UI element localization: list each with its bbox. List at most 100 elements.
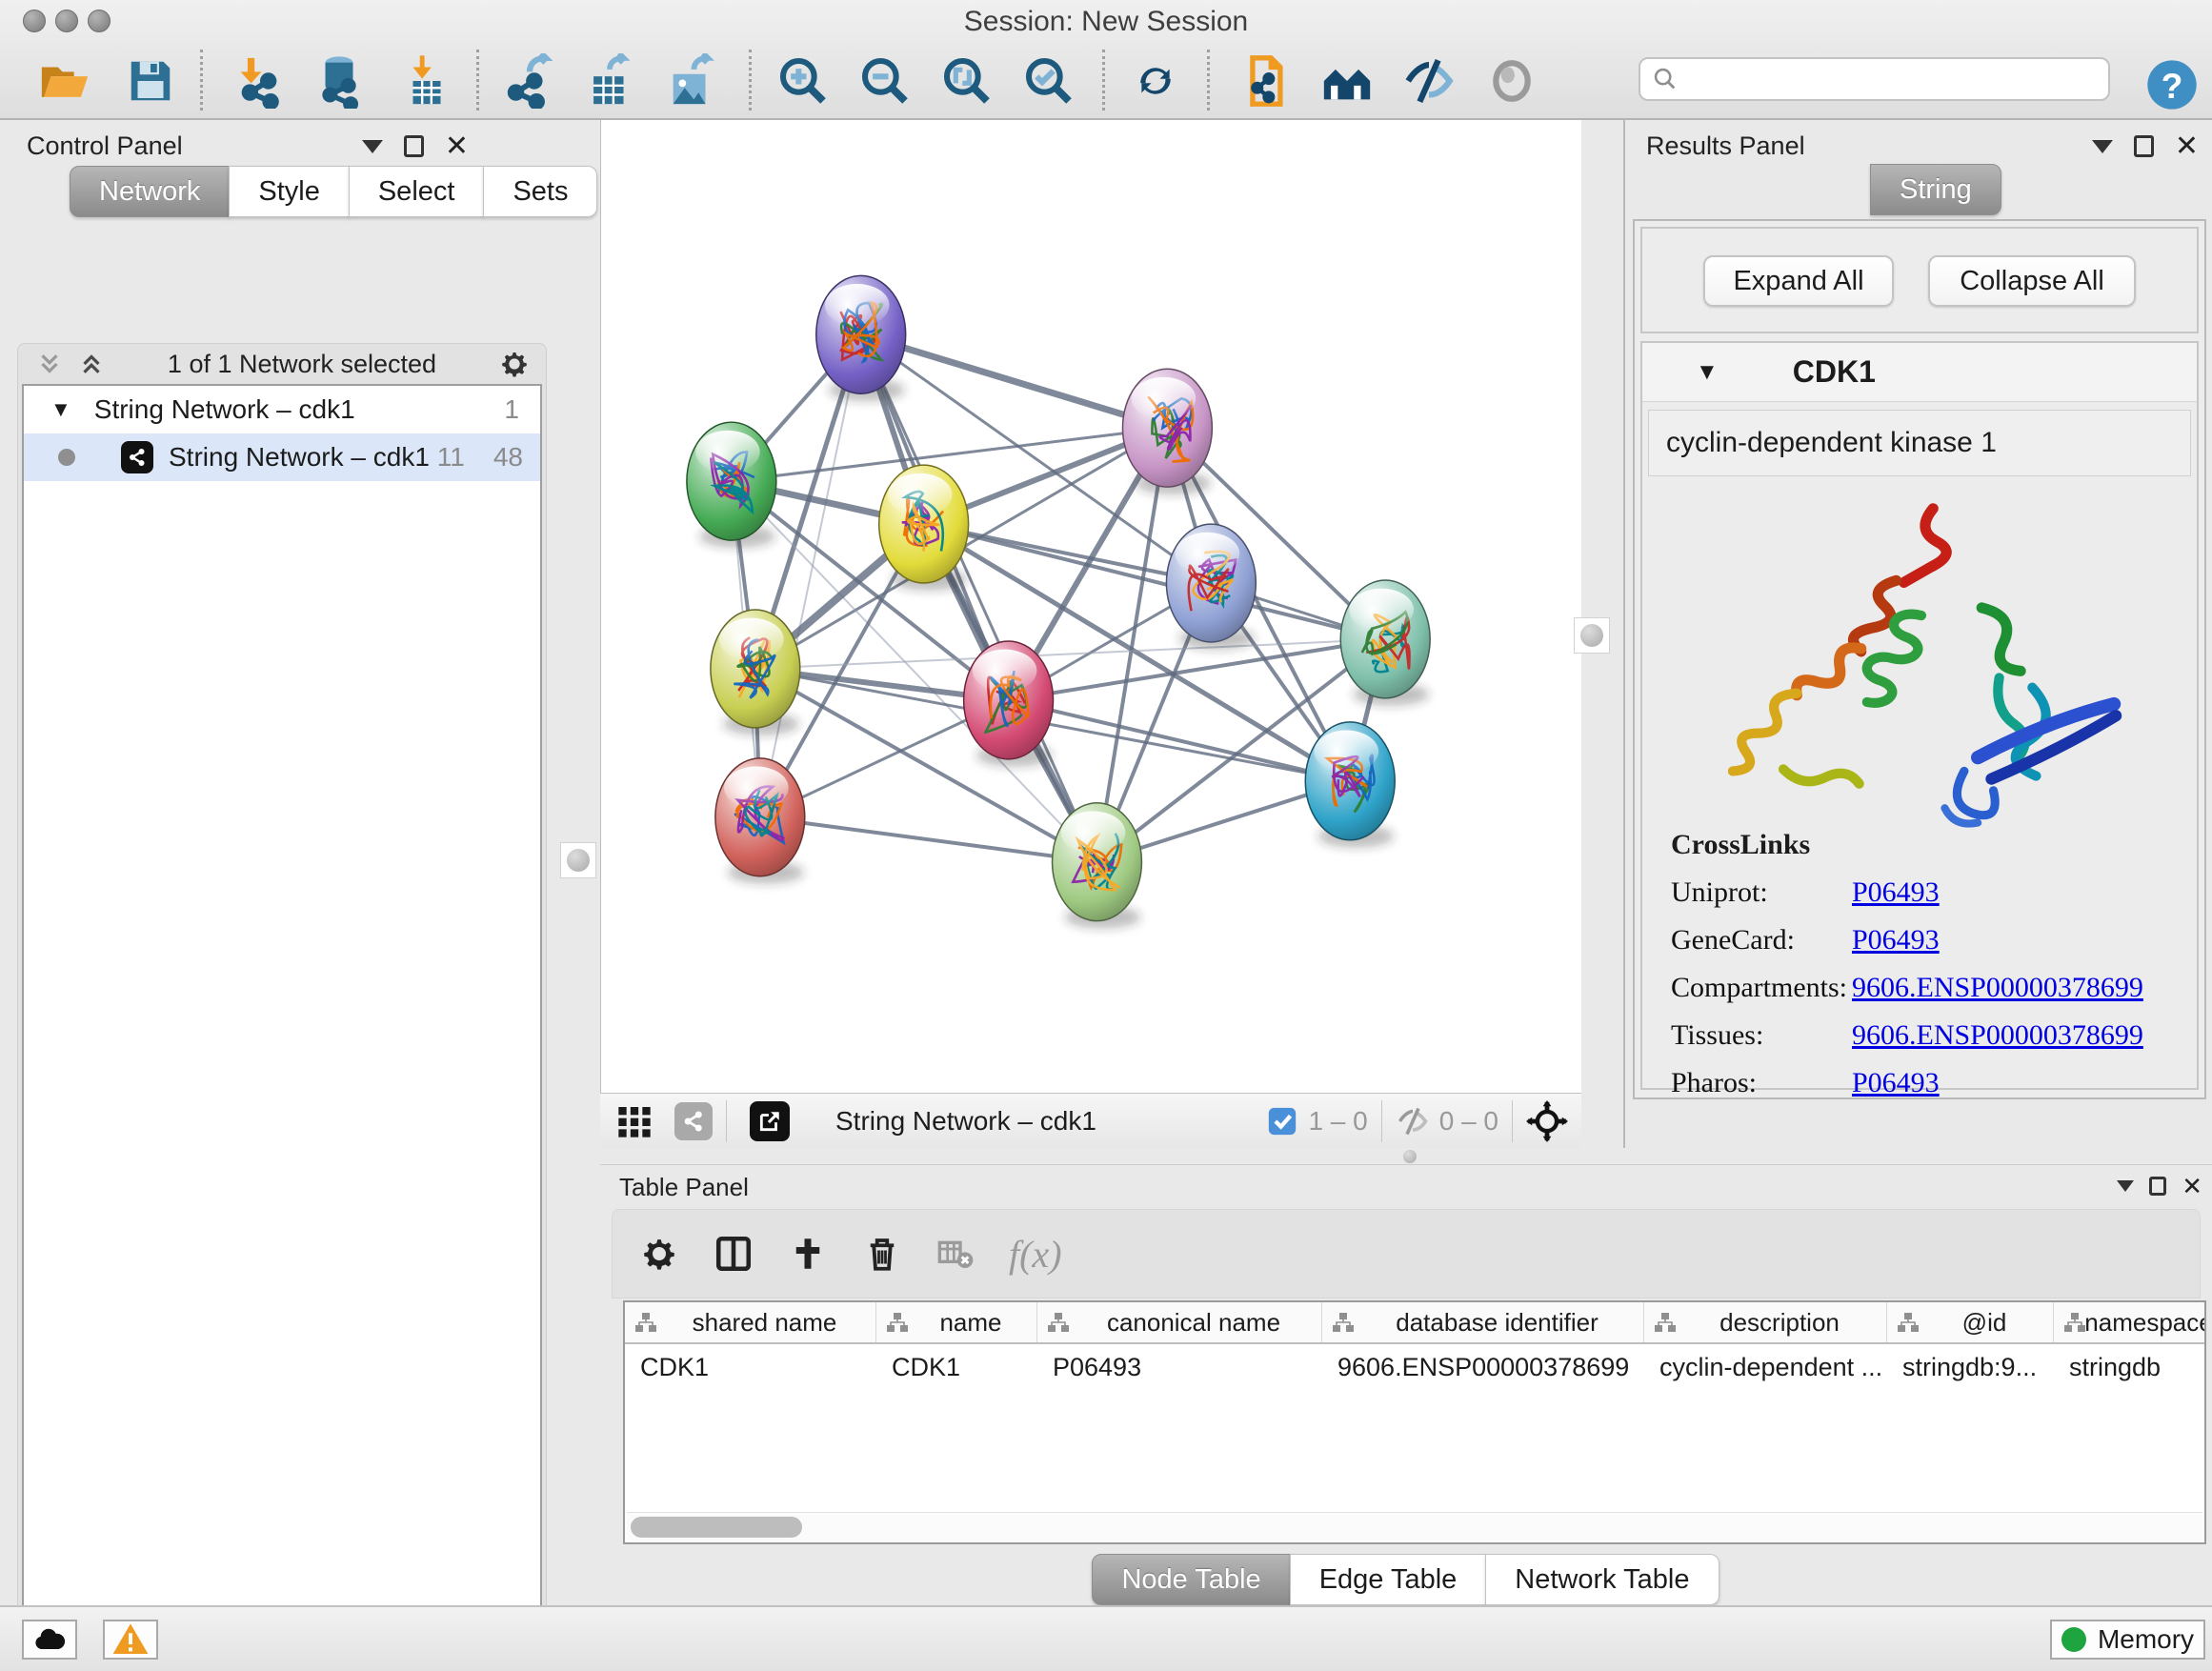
node-ccnb1[interactable] bbox=[711, 610, 800, 735]
edge-ccnb2-hist1h1a[interactable] bbox=[760, 334, 861, 817]
zoom-out-button[interactable] bbox=[852, 48, 918, 114]
crosslink-link[interactable]: 9606.ENSP00000378699 bbox=[1852, 1019, 2143, 1052]
column-header-description[interactable]: description bbox=[1644, 1302, 1887, 1342]
refresh-button[interactable] bbox=[1122, 48, 1189, 114]
node-rb1[interactable] bbox=[1340, 580, 1430, 706]
crosslink-link[interactable]: P06493 bbox=[1852, 876, 1940, 909]
expand-all-button[interactable]: Expand All bbox=[1703, 255, 1894, 307]
help-button[interactable]: ? bbox=[2139, 51, 2205, 118]
import-network-button[interactable] bbox=[226, 48, 292, 114]
column-header-database-identifier[interactable]: database identifier bbox=[1322, 1302, 1644, 1342]
hidden-eye-icon[interactable] bbox=[1396, 1104, 1430, 1138]
float-panel-icon[interactable] bbox=[404, 135, 424, 157]
collapse-all-button[interactable]: Collapse All bbox=[1928, 255, 2136, 307]
node-ccnb2[interactable] bbox=[816, 275, 906, 401]
tab-style[interactable]: Style bbox=[229, 166, 349, 217]
close-panel-icon[interactable]: ✕ bbox=[445, 137, 469, 156]
collapse-triangle-icon[interactable]: ▼ bbox=[50, 397, 71, 422]
table-cell[interactable]: P06493 bbox=[1037, 1344, 1322, 1390]
column-header-shared-name[interactable]: shared name bbox=[625, 1302, 876, 1342]
select-columns-icon[interactable] bbox=[714, 1234, 754, 1274]
show-all-button[interactable] bbox=[1478, 48, 1545, 114]
column-header-canonical-name[interactable]: canonical name bbox=[1037, 1302, 1322, 1342]
float-menu-icon[interactable] bbox=[362, 140, 383, 153]
table-row[interactable]: CDK1CDK1P064939606.ENSP00000378699cyclin… bbox=[625, 1344, 2204, 1390]
import-table-button[interactable] bbox=[393, 48, 460, 114]
tab-node-table[interactable]: Node Table bbox=[1092, 1554, 1290, 1605]
search-input[interactable] bbox=[1679, 64, 2097, 95]
float-menu-icon[interactable] bbox=[2092, 140, 2113, 153]
gear-icon[interactable] bbox=[498, 348, 531, 380]
scrollbar-thumb[interactable] bbox=[631, 1517, 802, 1538]
tab-select[interactable]: Select bbox=[349, 166, 485, 217]
node-ccna1[interactable] bbox=[1122, 369, 1212, 494]
tab-edge-table[interactable]: Edge Table bbox=[1290, 1554, 1487, 1605]
zoom-fit-button[interactable] bbox=[934, 48, 1000, 114]
edge-ccna2-cdkn1a[interactable] bbox=[1009, 700, 1351, 781]
node-cdk1[interactable] bbox=[879, 465, 969, 591]
edge-ccnb2-ccna1[interactable] bbox=[861, 334, 1168, 428]
crosslink-link[interactable]: P06493 bbox=[1852, 1067, 1940, 1099]
node-cdc6[interactable] bbox=[1166, 524, 1256, 650]
tab-sets[interactable]: Sets bbox=[483, 166, 597, 217]
share-document-button[interactable] bbox=[1231, 48, 1297, 114]
table-cell[interactable]: cyclin-dependent ... bbox=[1644, 1344, 1887, 1390]
crosslink-link[interactable]: 9606.ENSP00000378699 bbox=[1852, 972, 2143, 1004]
expand-all-icon[interactable] bbox=[35, 350, 64, 378]
gear-icon[interactable] bbox=[639, 1234, 679, 1274]
column-header-namespace[interactable]: namespace bbox=[2054, 1302, 2206, 1342]
crosslink-link[interactable]: P06493 bbox=[1852, 924, 1940, 956]
network-row-selected[interactable]: String Network – cdk1 11 48 bbox=[24, 433, 540, 481]
collapse-all-icon[interactable] bbox=[77, 350, 106, 378]
network-collection-row[interactable]: ▼ String Network – cdk1 1 bbox=[24, 386, 540, 433]
zoom-in-button[interactable] bbox=[770, 48, 836, 114]
save-session-button[interactable] bbox=[117, 48, 184, 114]
network-canvas[interactable]: CCNB2CCNA1CDC25BCDK1CDC6RB1CCNB1CCNA2CDK… bbox=[600, 120, 1581, 1093]
table-cell[interactable]: 9606.ENSP00000378699 bbox=[1322, 1344, 1644, 1390]
search-box[interactable] bbox=[1639, 57, 2110, 101]
node-ccna2[interactable] bbox=[964, 641, 1054, 767]
import-database-button[interactable] bbox=[306, 48, 372, 114]
table-cell[interactable]: CDK1 bbox=[876, 1344, 1037, 1390]
open-in-browser-icon[interactable] bbox=[750, 1101, 790, 1141]
cloud-status-button[interactable] bbox=[22, 1620, 77, 1660]
export-table-button[interactable] bbox=[576, 48, 643, 114]
float-panel-icon[interactable] bbox=[2149, 1177, 2166, 1196]
selected-checkbox-icon[interactable] bbox=[1266, 1105, 1298, 1137]
node-cdc25b[interactable] bbox=[687, 422, 776, 548]
open-session-button[interactable] bbox=[31, 48, 98, 114]
table-cell[interactable]: stringdb:9... bbox=[1887, 1344, 2054, 1390]
bottom-splitter-handle[interactable] bbox=[1393, 1149, 1427, 1163]
right-splitter-handle[interactable] bbox=[1574, 617, 1610, 654]
tab-network-table[interactable]: Network Table bbox=[1485, 1554, 1719, 1605]
collapse-triangle-icon[interactable]: ▼ bbox=[1696, 359, 1719, 386]
table-cell[interactable]: CDK1 bbox=[625, 1344, 876, 1390]
memory-button[interactable]: Memory bbox=[2050, 1620, 2205, 1660]
hide-selected-button[interactable] bbox=[1396, 48, 1462, 114]
edge-ccnb2-ccne1[interactable] bbox=[861, 334, 1097, 861]
entry-header[interactable]: ▼ CDK1 bbox=[1642, 343, 2197, 402]
node-hist1h1a[interactable] bbox=[715, 758, 805, 884]
string-view-icon[interactable] bbox=[674, 1102, 713, 1140]
column-header-name[interactable]: name bbox=[876, 1302, 1037, 1342]
table-cell[interactable]: stringdb bbox=[2054, 1344, 2206, 1390]
horizontal-scrollbar[interactable] bbox=[627, 1512, 2202, 1540]
edge-hist1h1a-ccne1[interactable] bbox=[760, 817, 1097, 862]
export-image-button[interactable] bbox=[658, 48, 725, 114]
node-ccne1[interactable] bbox=[1053, 803, 1142, 929]
tab-network[interactable]: Network bbox=[70, 166, 230, 217]
export-network-button[interactable] bbox=[496, 48, 563, 114]
warning-status-button[interactable] bbox=[103, 1620, 158, 1660]
column-header-@id[interactable]: @id bbox=[1887, 1302, 2054, 1342]
grid-view-icon[interactable] bbox=[615, 1102, 654, 1140]
add-column-icon[interactable] bbox=[788, 1234, 828, 1274]
tab-string[interactable]: String bbox=[1870, 164, 2001, 215]
delete-column-icon[interactable] bbox=[862, 1234, 902, 1274]
left-splitter-handle[interactable] bbox=[560, 842, 596, 878]
zoom-selected-button[interactable] bbox=[1016, 48, 1082, 114]
home-button[interactable] bbox=[1314, 48, 1380, 114]
float-menu-icon[interactable] bbox=[2117, 1180, 2134, 1192]
fit-content-crosshair-icon[interactable] bbox=[1526, 1100, 1568, 1142]
float-panel-icon[interactable] bbox=[2134, 135, 2154, 157]
node-cdkn1a[interactable] bbox=[1305, 722, 1395, 848]
